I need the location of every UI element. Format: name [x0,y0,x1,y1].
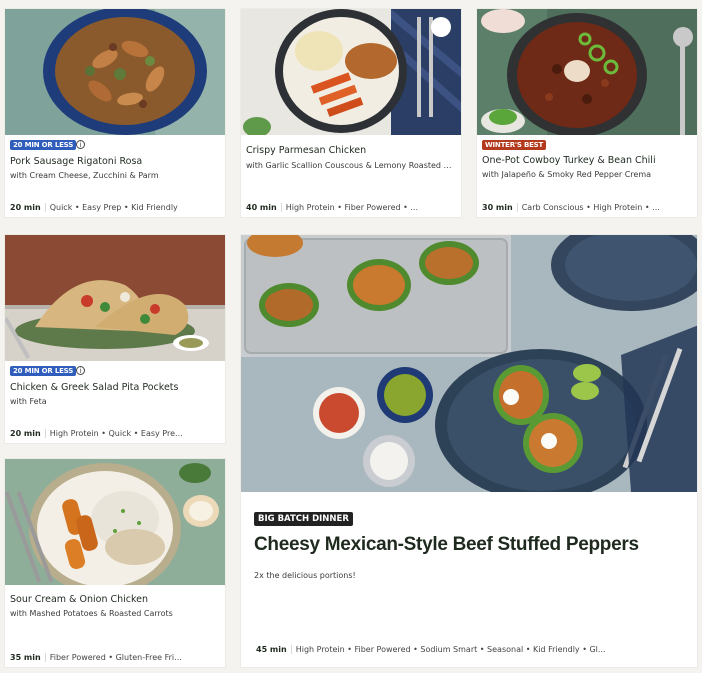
featured-recipe-subtitle: 2x the delicious portions! [254,571,356,580]
recipe-image [241,9,461,135]
recipe-time: 40 min [246,203,277,212]
recipe-info: WINTER'S BEST One-Pot Cowboy Turkey & Be… [477,135,697,217]
recipe-meta: 30 min Carb Conscious • High Protein • ..… [482,203,693,212]
info-icon[interactable]: i [76,140,85,149]
recipe-info: Crispy Parmesan Chicken with Garlic Scal… [241,135,461,217]
recipe-image [5,235,225,361]
divider [280,203,282,212]
recipe-time: 30 min [482,203,513,212]
recipe-subtitle: with Cream Cheese, Zucchini & Parm [10,171,159,180]
recipe-title: Chicken & Greek Salad Pita Pockets [10,382,179,393]
divider [516,203,518,212]
recipe-tags: High Protein • Quick • Easy Pre... [49,429,183,438]
divider [44,653,46,662]
recipe-subtitle: with Jalapeño & Smoky Red Pepper Crema [482,170,652,179]
recipe-title: Crispy Parmesan Chicken [246,145,367,156]
recipe-subtitle: with Garlic Scallion Couscous & Lemony R… [246,161,457,170]
recipe-card-sour-cream-onion-chicken[interactable]: Sour Cream & Onion Chicken with Mashed P… [4,458,226,668]
recipe-title: Pork Sausage Rigatoni Rosa [10,156,143,167]
featured-recipe-card[interactable]: BIG BATCH DINNER Cheesy Mexican-Style Be… [240,234,698,668]
recipe-title: One-Pot Cowboy Turkey & Bean Chili [482,155,656,166]
recipe-card-greek-pita-pockets[interactable]: 20 MIN OR LESS i Chicken & Greek Salad P… [4,234,226,444]
featured-recipe-meta: 45 min High Protein • Fiber Powered • Sod… [256,645,693,654]
recipe-meta: 40 min High Protein • Fiber Powered • ... [246,203,457,212]
divider [290,645,292,654]
recipe-card-pork-rigatoni[interactable]: 20 MIN OR LESS i Pork Sausage Rigatoni R… [4,8,226,218]
recipe-meta: 20 min High Protein • Quick • Easy Pre... [10,429,221,438]
recipe-tags: Fiber Powered • Gluten-Free Fri... [49,653,182,662]
featured-recipe-title: Cheesy Mexican-Style Beef Stuffed Pepper… [254,534,639,555]
recipe-time: 35 min [10,653,41,662]
info-icon[interactable]: i [76,366,85,375]
recipe-card-cowboy-chili[interactable]: WINTER'S BEST One-Pot Cowboy Turkey & Be… [476,8,698,218]
featured-recipe-info: BIG BATCH DINNER Cheesy Mexican-Style Be… [241,492,697,667]
recipe-tags: High Protein • Fiber Powered • ... [285,203,418,212]
featured-recipe-image [241,235,697,492]
recipe-meta: 20 min Quick • Easy Prep • Kid Friendly [10,203,221,212]
recipe-info: 20 MIN OR LESS i Chicken & Greek Salad P… [5,361,225,443]
recipe-image [5,9,225,135]
divider [44,429,46,438]
recipe-time: 20 min [10,203,41,212]
recipe-tags: Carb Conscious • High Protein • ... [521,203,660,212]
recipe-tags: Quick • Easy Prep • Kid Friendly [49,203,178,212]
badge-winters-best: WINTER'S BEST [482,140,547,150]
badge-20-min-or-less: 20 MIN OR LESS [10,140,77,150]
recipe-meta: 35 min Fiber Powered • Gluten-Free Fri... [10,653,221,662]
recipe-info: Sour Cream & Onion Chicken with Mashed P… [5,585,225,667]
recipe-time: 20 min [10,429,41,438]
recipe-image [5,459,225,585]
recipe-title: Sour Cream & Onion Chicken [10,594,149,605]
recipe-subtitle: with Feta [10,397,47,406]
recipe-tags: High Protein • Fiber Powered • Sodium Sm… [295,645,606,654]
recipe-time: 45 min [256,645,287,654]
badge-20-min-or-less: 20 MIN OR LESS [10,366,77,376]
recipe-subtitle: with Mashed Potatoes & Roasted Carrots [10,609,173,618]
badge-big-batch-dinner: BIG BATCH DINNER [254,512,353,526]
divider [44,203,46,212]
recipe-info: 20 MIN OR LESS i Pork Sausage Rigatoni R… [5,135,225,217]
recipe-card-crispy-parmesan-chicken[interactable]: Crispy Parmesan Chicken with Garlic Scal… [240,8,462,218]
recipe-image [477,9,697,135]
